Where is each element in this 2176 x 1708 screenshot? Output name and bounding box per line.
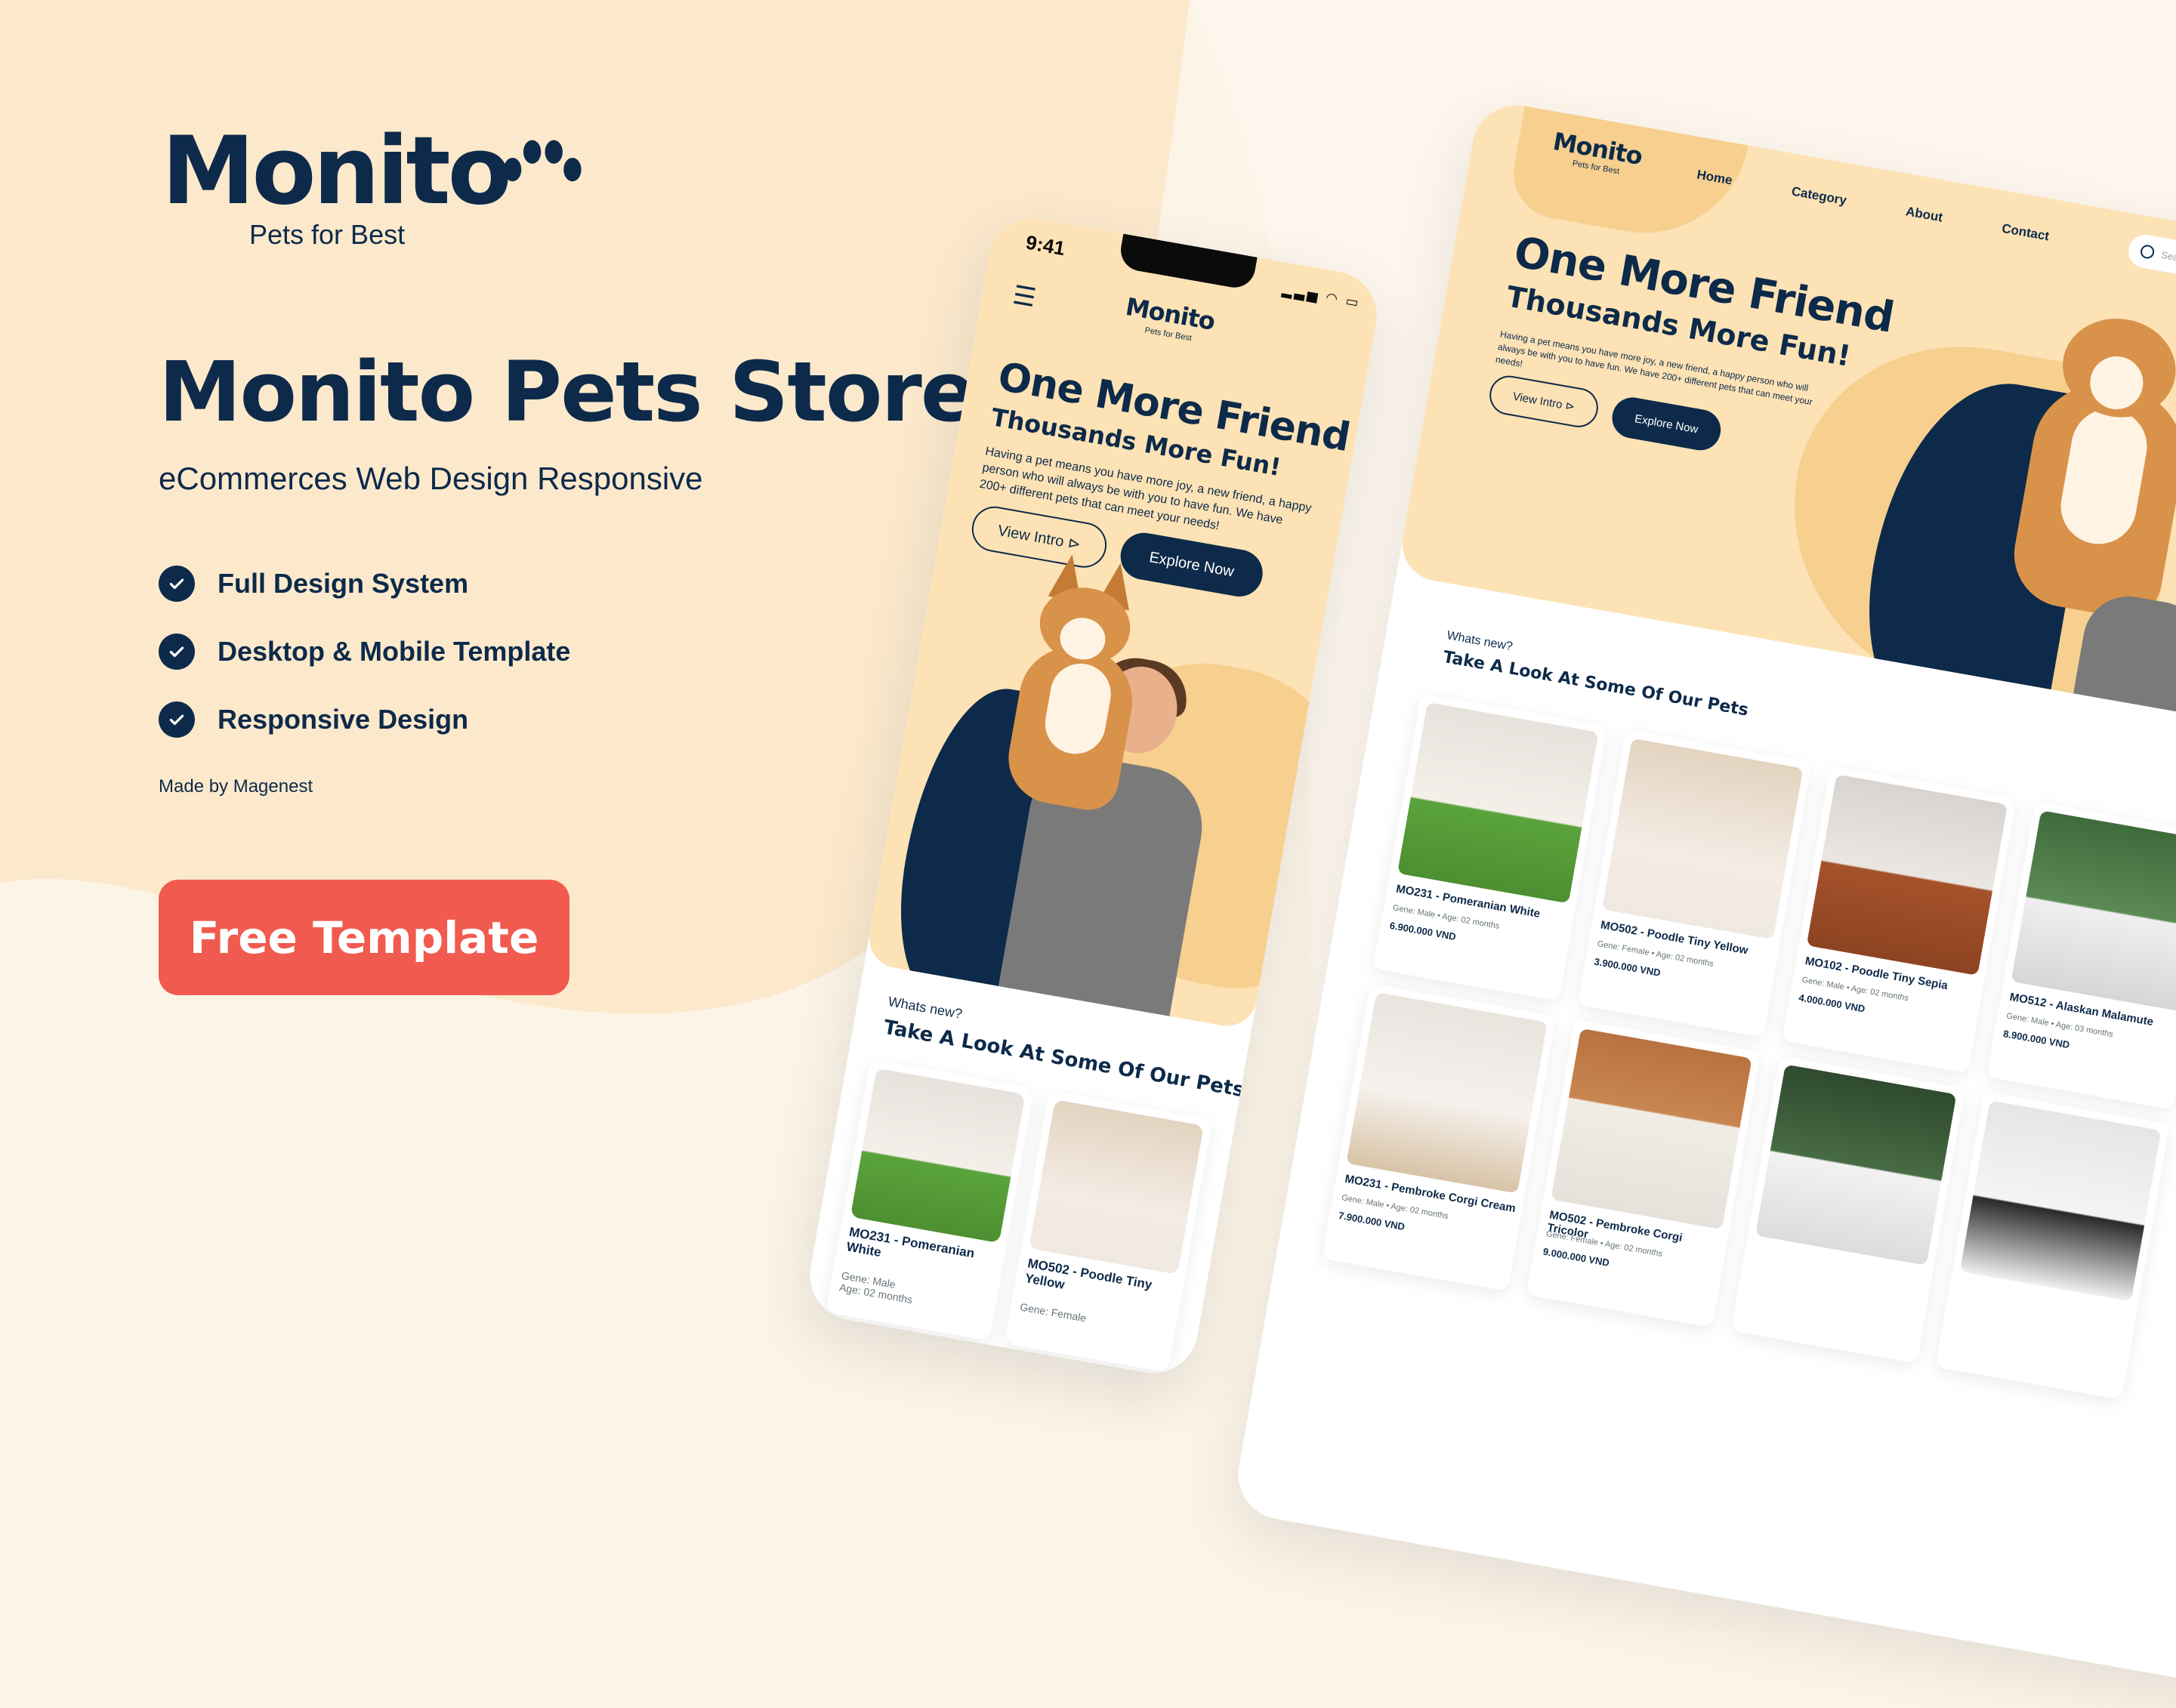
pet-meta: Gene: Female: [1019, 1300, 1088, 1324]
page-subtitle: eCommerces Web Design Responsive: [159, 461, 703, 496]
feature-item: Desktop & Mobile Template: [159, 618, 570, 686]
feature-item: Full Design System: [159, 550, 570, 618]
pet-image: [1806, 774, 2008, 976]
feature-item: Responsive Design: [159, 686, 570, 754]
pet-card[interactable]: MO102 - Poodle Tiny Sepia Gene: Male • A…: [1782, 765, 2017, 1074]
pet-card[interactable]: [1730, 1055, 1966, 1364]
hero-dog-image: [1975, 287, 2176, 760]
check-icon: [159, 701, 195, 738]
pet-price: 6.900.000 VND: [1388, 919, 1457, 943]
mobile-view-intro-button[interactable]: View Intro ⊳: [968, 503, 1110, 572]
pet-image: [1551, 1028, 1752, 1230]
pet-image: [1346, 992, 1548, 1194]
pet-image: [1029, 1099, 1204, 1275]
pet-image: [2011, 810, 2176, 1012]
search-placeholder: Search something here!: [2160, 248, 2176, 278]
pet-card[interactable]: MO231 - Pomeranian White Gene: Male Age: …: [826, 1059, 1035, 1342]
feature-list: Full Design System Desktop & Mobile Temp…: [159, 550, 570, 754]
pet-image: [850, 1068, 1026, 1244]
feature-label: Responsive Design: [218, 704, 469, 735]
pet-price: 8.900.000 VND: [2002, 1028, 2071, 1051]
pet-card[interactable]: MO502 - Poodle Tiny Yellow Gene: Female …: [1577, 729, 1812, 1037]
check-icon: [159, 634, 195, 670]
pet-card[interactable]: MO512 - Alaskan Malamute Gene: Male • Ag…: [1986, 801, 2176, 1110]
feature-label: Desktop & Mobile Template: [218, 636, 571, 667]
nav-about[interactable]: About: [1905, 204, 1944, 225]
hamburger-menu-icon[interactable]: ☰: [1011, 280, 1039, 314]
pet-image: [1959, 1100, 2162, 1302]
feature-label: Full Design System: [218, 568, 469, 599]
mobile-explore-now-button[interactable]: Explore Now: [1116, 529, 1267, 600]
pet-price: 4.000.000 VND: [1798, 991, 1866, 1015]
pet-card[interactable]: MO231 - Pomeranian White Gene: Male • Ag…: [1372, 693, 1608, 1002]
status-time: 9:41: [1023, 230, 1067, 261]
search-icon: [2139, 244, 2156, 260]
page-title: Monito Pets Store: [159, 344, 977, 440]
play-icon: ⊳: [1564, 399, 1576, 414]
pet-card[interactable]: MO502 - Pembroke Corgi Tricolor Gene: Fe…: [1526, 1019, 1761, 1328]
made-by-credit: Made by Magenest: [159, 776, 313, 797]
view-intro-label: View Intro: [1511, 390, 1563, 412]
search-input[interactable]: Search something here!: [2125, 232, 2176, 302]
mobile-logo[interactable]: Monito: [1123, 292, 1217, 336]
pet-image: [1397, 702, 1599, 904]
brand-logo: Monito: [162, 117, 512, 226]
pet-card[interactable]: MO231 - Pembroke Corgi Cream Gene: Male …: [1321, 983, 1557, 1292]
pet-image: [1755, 1064, 1957, 1266]
pet-meta: Gene: Male Age: 02 months: [838, 1269, 914, 1306]
pet-card[interactable]: MO502 - Poodle Tiny Yellow Gene: Female: [1004, 1090, 1213, 1373]
play-icon: ⊳: [1066, 534, 1082, 553]
check-icon: [159, 566, 195, 602]
view-intro-label: View Intro: [996, 522, 1066, 550]
brand-tagline: Pets for Best: [249, 219, 406, 250]
paw-icon: [503, 140, 582, 182]
pet-price: 9.000.000 VND: [1542, 1245, 1610, 1269]
nav-category[interactable]: Category: [1790, 184, 1847, 208]
nav-contact[interactable]: Contact: [2001, 221, 2051, 245]
pet-image: [1601, 738, 1804, 940]
status-icons: ▂▃▅ ◠ ▭: [1281, 282, 1363, 311]
pet-price: 3.900.000 VND: [1593, 955, 1662, 979]
pet-card[interactable]: [1935, 1091, 2170, 1400]
free-template-button[interactable]: Free Template: [159, 880, 569, 995]
pet-price: 7.900.000 VND: [1337, 1209, 1406, 1233]
